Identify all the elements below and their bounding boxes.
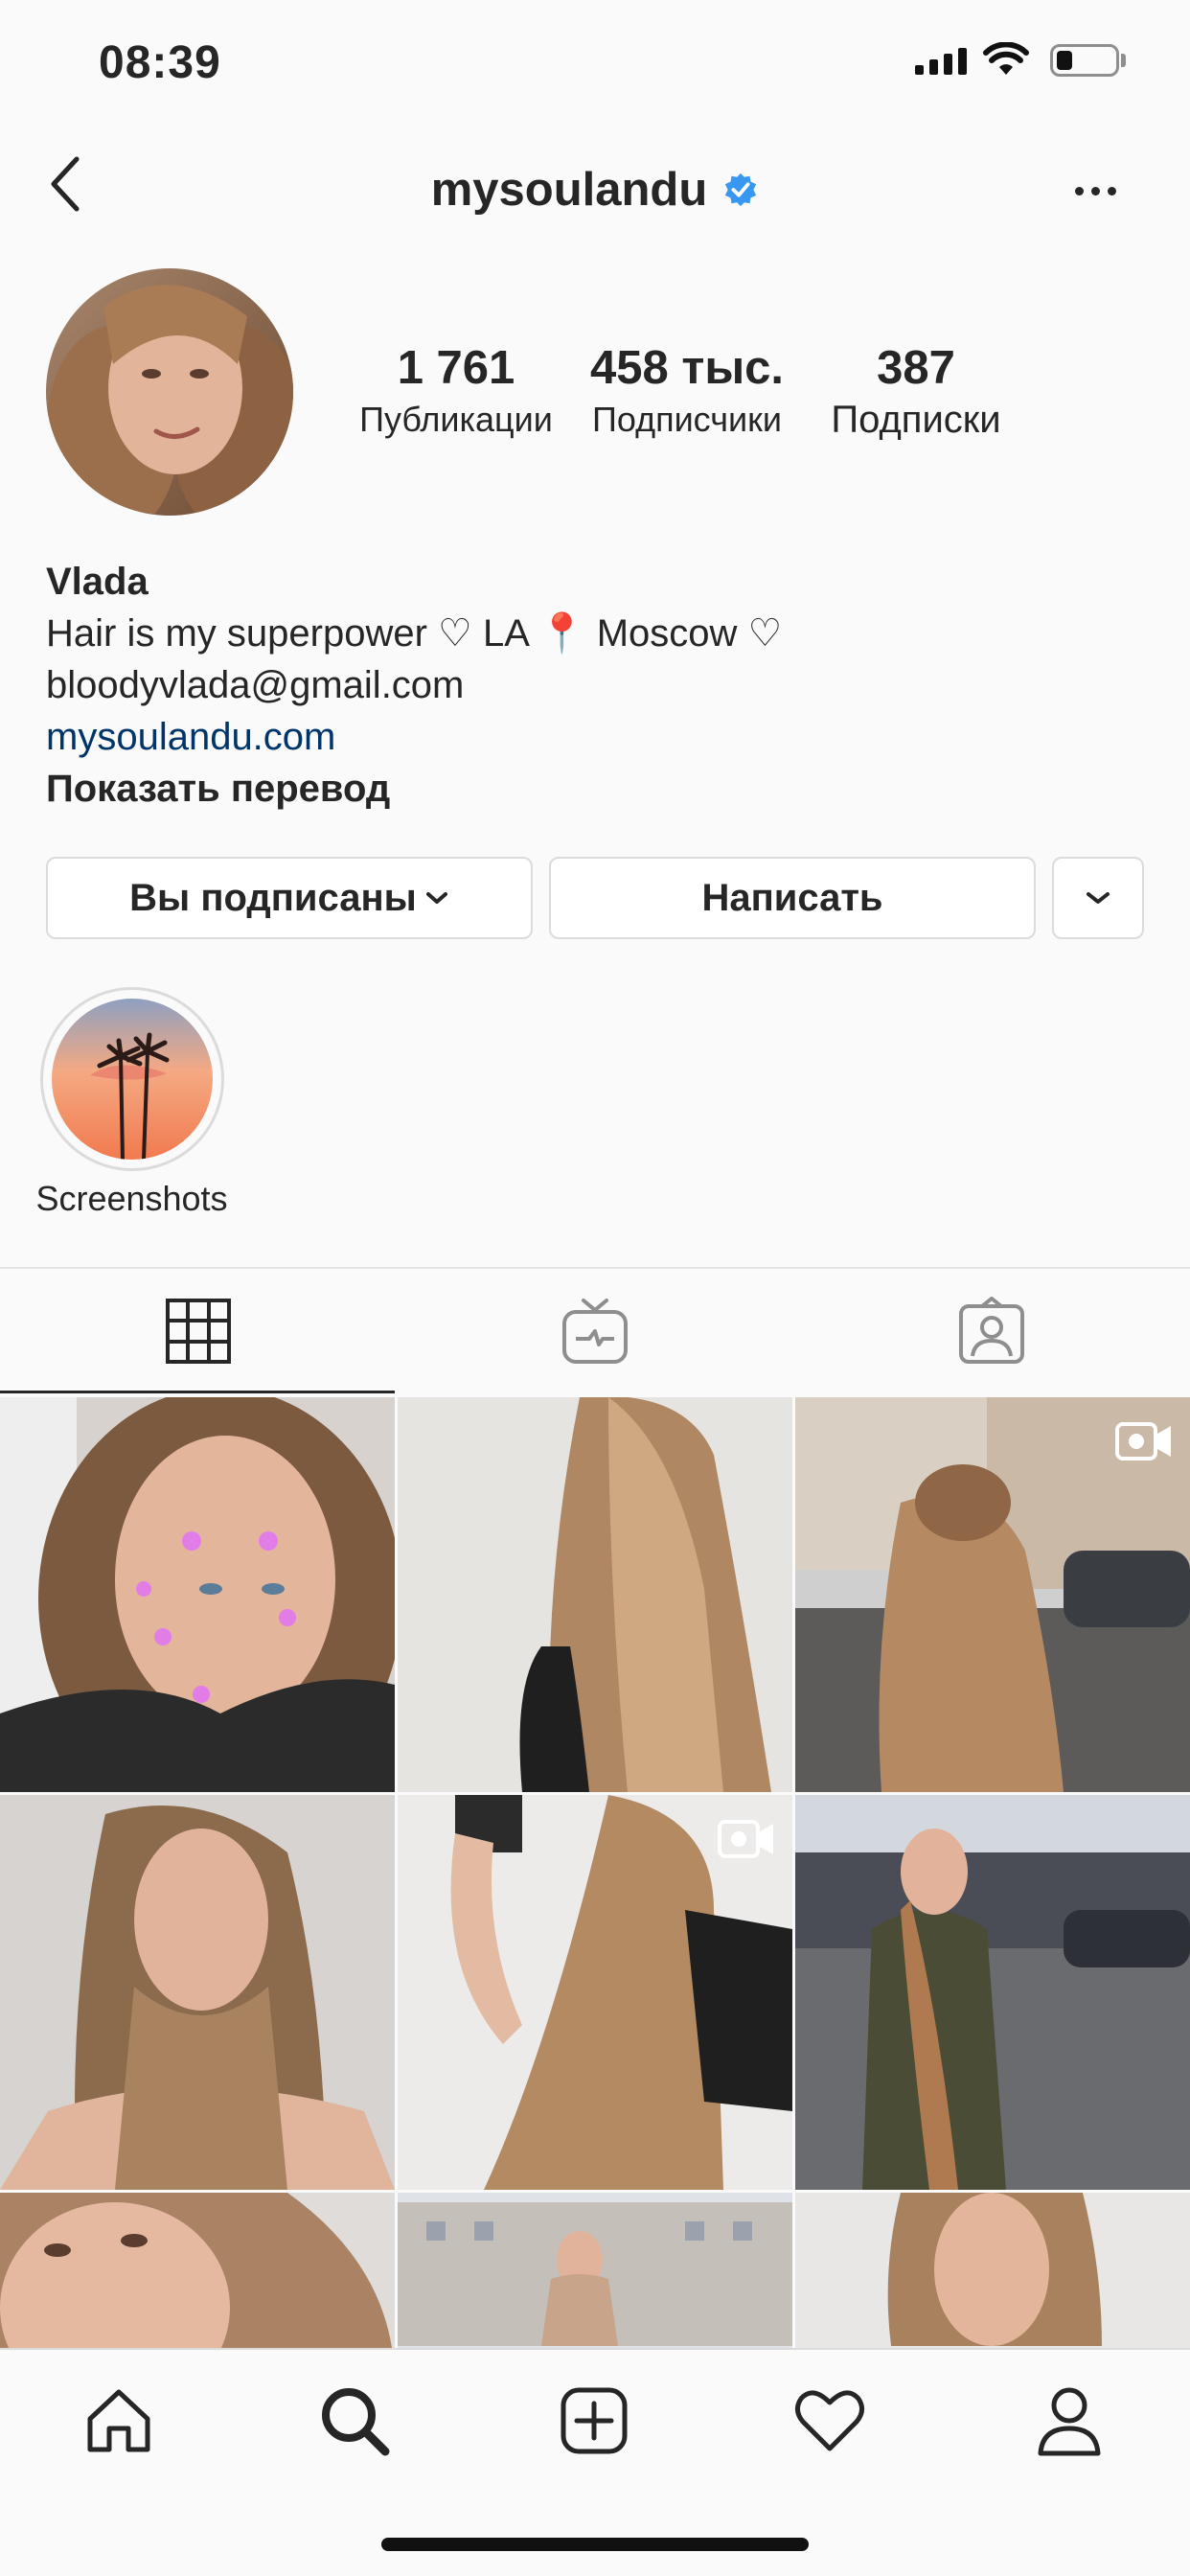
message-button[interactable]: Написать — [549, 857, 1036, 939]
cellular-signal-icon — [915, 48, 967, 75]
following-button[interactable]: Вы подписаны — [46, 857, 533, 939]
message-button-label: Написать — [701, 876, 883, 919]
add-post-icon — [561, 2387, 628, 2454]
post-thumbnail[interactable] — [398, 1397, 792, 1792]
igtv-icon — [562, 1299, 628, 1364]
profile-bio: Vlada Hair is my superpower ♡ LA 📍 Mosco… — [46, 556, 1148, 815]
website-link[interactable]: mysoulandu.com — [46, 711, 1148, 763]
stat-followers-label: Подписчики — [591, 400, 783, 439]
bio-email: bloodyvlada@gmail.com — [46, 664, 465, 706]
post-thumbnail[interactable] — [398, 1795, 792, 2190]
nav-activity[interactable] — [791, 2382, 868, 2459]
nav-home[interactable] — [80, 2382, 157, 2459]
bio-text: Hair is my superpower ♡ LA 📍 Moscow ♡ — [46, 612, 783, 655]
profile-name: Vlada — [46, 561, 149, 603]
post-thumbnail[interactable] — [795, 1795, 1190, 2190]
stat-following-label: Подписки — [831, 399, 1001, 441]
suggested-accounts-button[interactable] — [1052, 857, 1144, 939]
stat-following[interactable]: 387 Подписки — [814, 339, 1018, 443]
stat-posts-label: Публикации — [359, 400, 553, 439]
stat-following-value: 387 — [877, 342, 955, 394]
more-options-icon[interactable] — [1075, 187, 1116, 196]
stat-posts-value: 1 761 — [397, 342, 515, 394]
battery-tip — [1121, 54, 1126, 67]
post-thumbnail[interactable] — [0, 1397, 395, 1792]
post-thumbnail[interactable] — [795, 2193, 1190, 2348]
home-icon — [87, 2389, 150, 2452]
profile-avatar[interactable] — [46, 268, 293, 516]
highlight-cover-image[interactable] — [52, 999, 213, 1160]
search-icon — [322, 2388, 390, 2456]
chevron-down-icon — [425, 892, 447, 904]
tagged-person-icon — [959, 1297, 1024, 1364]
verified-badge-icon — [725, 172, 757, 207]
nav-new-post[interactable] — [556, 2382, 632, 2459]
stat-followers-value: 458 тыс. — [589, 342, 785, 394]
tab-igtv[interactable] — [397, 1269, 793, 1393]
tab-grid[interactable] — [0, 1269, 397, 1393]
nav-profile[interactable] — [1031, 2382, 1108, 2459]
post-thumbnail[interactable] — [0, 1795, 395, 2190]
video-icon — [718, 1820, 773, 1858]
username: mysoulandu — [430, 164, 708, 216]
profile-icon — [1038, 2387, 1101, 2456]
chevron-down-icon — [1087, 892, 1110, 904]
wifi-icon — [983, 41, 1029, 81]
stat-posts[interactable]: 1 761 Публикации — [351, 339, 561, 443]
stat-followers[interactable]: 458 тыс. Подписчики — [579, 339, 795, 443]
following-button-label: Вы подписаны — [129, 876, 417, 919]
status-time: 08:39 — [99, 37, 221, 88]
tab-tagged[interactable] — [793, 1269, 1190, 1393]
post-thumbnail[interactable] — [795, 1397, 1190, 1792]
post-thumbnail[interactable] — [398, 2193, 792, 2348]
heart-icon — [795, 2390, 864, 2451]
grid-icon — [166, 1299, 231, 1364]
active-tab-indicator — [0, 1391, 395, 1393]
posts-grid — [0, 1397, 1190, 2348]
highlight-label: Screenshots — [35, 1179, 228, 1218]
show-translation-link[interactable]: Показать перевод — [46, 763, 1148, 815]
home-indicator — [381, 2538, 809, 2551]
battery-icon — [1050, 44, 1119, 77]
post-thumbnail[interactable] — [0, 2193, 395, 2348]
nav-search[interactable] — [316, 2382, 393, 2459]
profile-header: mysoulandu — [0, 163, 1190, 217]
video-icon — [1115, 1422, 1171, 1460]
